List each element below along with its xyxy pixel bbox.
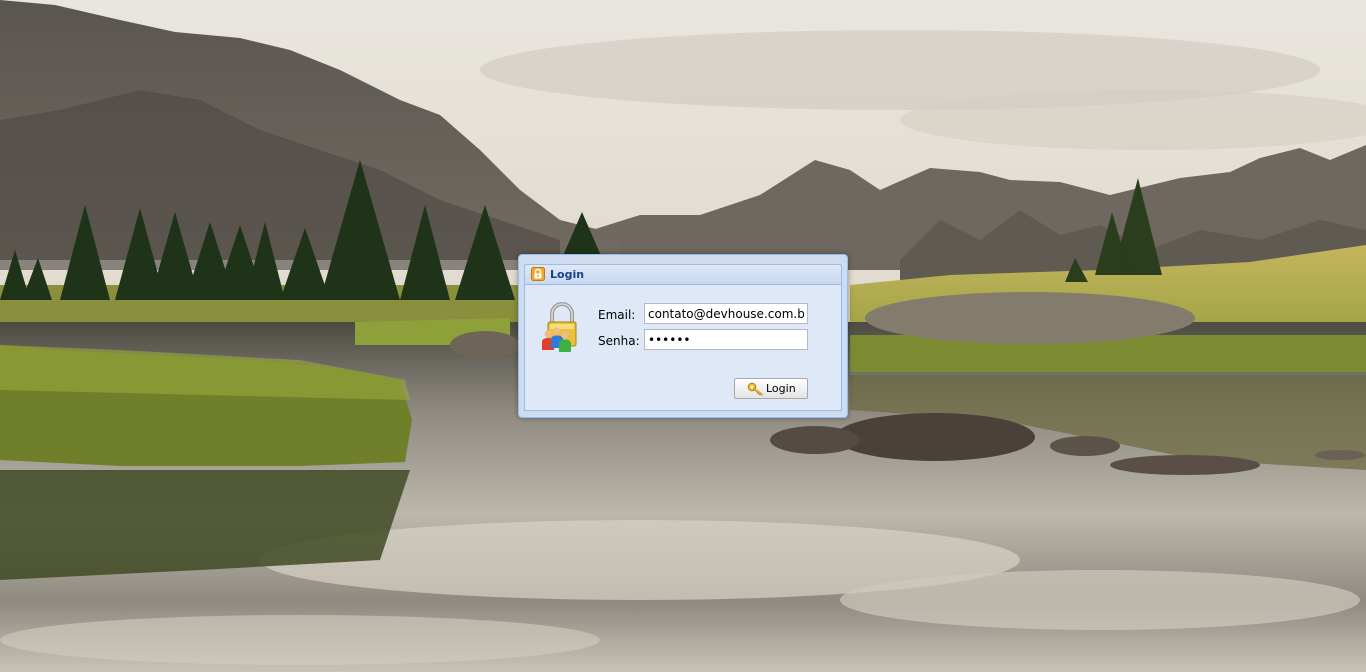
users-lock-icon xyxy=(542,302,577,352)
key-icon xyxy=(747,382,763,396)
login-window: Login Email: Senha: Lo xyxy=(518,254,848,418)
password-field[interactable] xyxy=(644,329,808,350)
window-header[interactable]: Login xyxy=(524,264,842,284)
senha-label: Senha: xyxy=(598,334,640,348)
email-label: Email: xyxy=(598,308,636,322)
lock-icon xyxy=(531,267,545,281)
window-title: Login xyxy=(550,268,585,281)
login-button[interactable]: Login xyxy=(734,378,808,399)
login-form: Email: Senha: Login xyxy=(524,284,842,411)
login-button-label: Login xyxy=(766,382,796,395)
email-field[interactable] xyxy=(644,303,808,324)
